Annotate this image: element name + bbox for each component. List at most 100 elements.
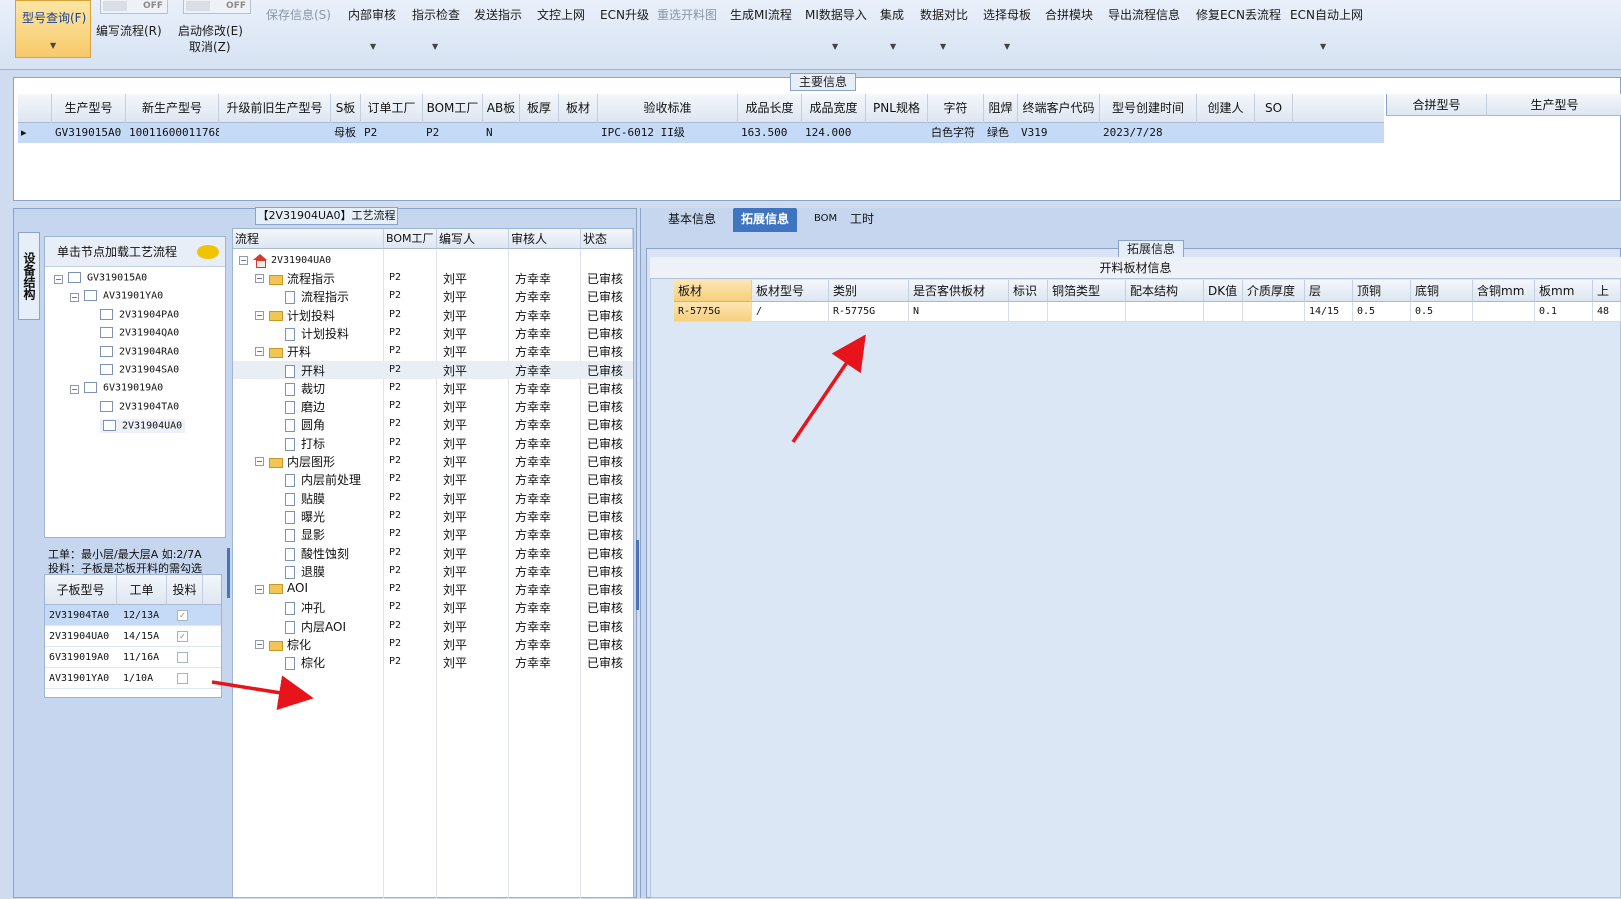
collapse-icon[interactable]: − <box>255 640 264 649</box>
flow-row[interactable]: − 计划投料 P2 刘平 方幸幸 已审核 <box>233 306 633 324</box>
flow-row[interactable]: 曝光 P2 刘平 方幸幸 已审核 <box>233 507 633 525</box>
column-header[interactable]: 底铜 <box>1411 280 1473 302</box>
flow-row[interactable]: 内层前处理 P2 刘平 方幸幸 已审核 <box>233 470 633 488</box>
column-header[interactable]: 板材型号 <box>752 280 829 302</box>
tree-node[interactable]: 2V31904QA0 <box>100 327 179 339</box>
table-cell[interactable]: 0.5 <box>1411 302 1473 322</box>
table-cell[interactable] <box>1009 302 1048 322</box>
column-header[interactable]: 铜箔类型 <box>1048 280 1126 302</box>
generate-mi-flow-button[interactable]: 生成MI流程 <box>730 6 792 23</box>
flow-row[interactable]: − 内层图形 P2 刘平 方幸幸 已审核 <box>233 452 633 470</box>
write-flow-button[interactable]: 编写流程(R) <box>96 22 162 39</box>
flow-row[interactable]: 酸性蚀刻 P2 刘平 方幸幸 已审核 <box>233 544 633 562</box>
table-row[interactable]: 6V319019A0 11/16A <box>45 647 221 668</box>
tree-node[interactable]: AV31901YA0 <box>84 290 163 302</box>
column-header[interactable]: 阻焊 <box>984 94 1018 123</box>
flow-row[interactable]: − AOI P2 刘平 方幸幸 已审核 <box>233 580 633 598</box>
flow-root-row[interactable]: − 2V31904UA0 <box>233 251 633 269</box>
send-instruction-button[interactable]: 发送指示 <box>474 6 522 23</box>
table-cell[interactable] <box>1048 302 1126 322</box>
tab-basic-info[interactable]: 基本信息 <box>660 208 724 232</box>
flow-row[interactable]: 磨边 P2 刘平 方幸幸 已审核 <box>233 397 633 415</box>
table-cell[interactable] <box>1255 123 1293 143</box>
table-cell[interactable]: 10011600011768 <box>126 123 219 143</box>
table-cell[interactable]: V319 <box>1018 123 1100 143</box>
checkbox[interactable]: ✓ <box>177 610 188 621</box>
column-header[interactable]: 合拼型号 <box>1387 94 1487 116</box>
column-header[interactable]: 成品长度 <box>738 94 802 123</box>
ecn-upgrade-button[interactable]: ECN升级 <box>600 6 649 23</box>
table-cell[interactable]: P2 <box>361 123 423 143</box>
table-cell[interactable]: IPC-6012 II级 <box>598 123 738 143</box>
table-cell[interactable] <box>1126 302 1204 322</box>
flow-row[interactable]: − 开料 P2 刘平 方幸幸 已审核 <box>233 342 633 360</box>
splitter-handle[interactable] <box>227 548 230 598</box>
column-header[interactable]: 板mm <box>1535 280 1593 302</box>
column-header[interactable]: 子板型号 <box>45 575 117 605</box>
column-header[interactable]: 字符 <box>928 94 984 123</box>
select-mother-board-button[interactable]: 选择母板 <box>983 6 1031 23</box>
collapse-icon[interactable]: − <box>70 293 79 302</box>
table-cell[interactable]: 14/15 <box>1305 302 1353 322</box>
column-header[interactable]: 生产型号 <box>1487 94 1621 116</box>
flow-row[interactable]: 圆角 P2 刘平 方幸幸 已审核 <box>233 415 633 433</box>
table-cell[interactable] <box>520 123 559 143</box>
column-header[interactable]: 新生产型号 <box>126 94 219 123</box>
column-header[interactable]: 工单 <box>117 575 167 605</box>
checkbox[interactable] <box>177 652 188 663</box>
collapse-icon[interactable]: − <box>255 457 264 466</box>
table-row[interactable]: 2V31904TA0 12/13A ✓ <box>45 605 221 626</box>
tree-node[interactable]: 2V31904UA0 <box>100 419 186 433</box>
combine-module-button[interactable]: 合拼模块 <box>1045 6 1093 23</box>
flow-row[interactable]: 开料 P2 刘平 方幸幸 已审核 <box>233 360 633 379</box>
column-header[interactable]: 标识 <box>1009 280 1048 302</box>
column-header[interactable]: 审核人 <box>509 229 581 249</box>
column-header[interactable]: 型号创建时间 <box>1100 94 1197 123</box>
checkbox[interactable]: ✓ <box>177 631 188 642</box>
table-cell[interactable]: GV319015A0 <box>52 123 126 143</box>
collapse-icon[interactable]: − <box>54 275 63 284</box>
column-header[interactable]: 验收标准 <box>598 94 738 123</box>
table-cell[interactable]: P2 <box>423 123 483 143</box>
column-header[interactable]: 层 <box>1305 280 1353 302</box>
collapse-icon[interactable]: − <box>70 385 79 394</box>
table-cell[interactable]: 白色字符 <box>928 123 984 143</box>
column-header[interactable]: 上 <box>1593 280 1621 302</box>
model-query-button[interactable]: 型号查询(F) ▼ <box>15 0 91 58</box>
table-cell[interactable]: 母板 <box>331 123 361 143</box>
tab-device-structure[interactable]: 设备结构 <box>18 232 40 320</box>
table-row[interactable]: AV31901YA0 1/10A <box>45 668 221 689</box>
mi-data-import-button[interactable]: MI数据导入 <box>805 6 867 23</box>
table-cell[interactable] <box>866 123 928 143</box>
table-cell[interactable] <box>219 123 331 143</box>
flow-row[interactable]: 计划投料 P2 刘平 方幸幸 已审核 <box>233 324 633 342</box>
table-cell[interactable]: 48 <box>1593 302 1621 322</box>
collapse-icon[interactable]: − <box>255 585 264 595</box>
table-cell[interactable] <box>559 123 598 143</box>
reselect-cut-chart-button[interactable]: 重选开料图 <box>657 6 717 23</box>
column-header[interactable]: 升级前旧生产型号 <box>219 94 331 123</box>
tree-node[interactable]: 2V31904PA0 <box>100 309 179 321</box>
toggle-start-edit[interactable]: OFF <box>183 0 251 14</box>
table-cell[interactable]: R-5775G <box>674 302 752 322</box>
column-header[interactable]: AB板 <box>483 94 520 123</box>
cancel-button[interactable]: 取消(Z) <box>189 38 231 55</box>
flow-row[interactable]: 退膜 P2 刘平 方幸幸 已审核 <box>233 562 633 580</box>
integrate-button[interactable]: 集成 <box>880 6 904 23</box>
save-info-button[interactable]: 保存信息(S) <box>266 6 331 23</box>
table-row[interactable]: ▸ GV319015A0 10011600011768 母板 P2 P2 N IPC-6012… <box>18 123 1384 143</box>
collapse-icon[interactable]: − <box>239 256 248 265</box>
flow-row[interactable]: 显影 P2 刘平 方幸幸 已审核 <box>233 525 633 543</box>
flow-row[interactable]: 棕化 P2 刘平 方幸幸 已审核 <box>233 653 633 671</box>
column-header[interactable]: BOM工厂 <box>384 229 437 249</box>
table-cell[interactable] <box>1197 123 1255 143</box>
internal-review-button[interactable]: 内部审核 <box>348 6 396 23</box>
table-cell[interactable]: 0.5 <box>1353 302 1411 322</box>
column-header[interactable]: 是否客供板材 <box>909 280 1009 302</box>
instruction-check-button[interactable]: 指示检查 <box>412 6 460 23</box>
column-header[interactable]: 成品宽度 <box>802 94 866 123</box>
splitter-handle[interactable] <box>636 540 639 610</box>
flow-row[interactable]: 打标 P2 刘平 方幸幸 已审核 <box>233 434 633 452</box>
column-header[interactable]: BOM工厂 <box>423 94 483 123</box>
column-header[interactable]: 终端客户代码 <box>1018 94 1100 123</box>
